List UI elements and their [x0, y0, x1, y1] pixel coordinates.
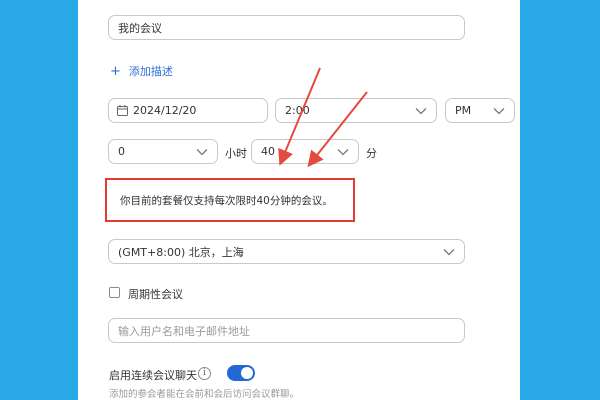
schedule-meeting-form: 我的会议 + 添加描述 2024/12/20 2:00 PM 0 小时 40 分…	[78, 0, 520, 400]
invitees-input[interactable]: 输入用户名和电子邮件地址	[108, 318, 465, 343]
chevron-down-icon	[415, 107, 427, 115]
duration-minutes-value: 40	[261, 145, 275, 158]
duration-hours-value: 0	[118, 145, 125, 158]
chevron-down-icon	[443, 248, 455, 256]
calendar-icon	[117, 105, 128, 116]
time-value: 2:00	[285, 104, 310, 117]
date-value: 2024/12/20	[133, 104, 197, 117]
timezone-value: (GMT+8:00) 北京，上海	[118, 245, 244, 259]
duration-limit-notice-text: 你目前的套餐仅支持每次限时40分钟的会议。	[120, 194, 333, 207]
hours-unit-label: 小时	[225, 147, 247, 160]
date-picker[interactable]: 2024/12/20	[108, 98, 268, 123]
chevron-down-icon	[196, 148, 208, 156]
continuous-chat-label: 启用连续会议聊天	[109, 369, 197, 382]
info-icon[interactable]: i	[198, 367, 211, 380]
meeting-topic-input[interactable]: 我的会议	[108, 15, 465, 40]
continuous-chat-toggle[interactable]	[227, 365, 255, 381]
add-description-label: 添加描述	[128, 65, 173, 78]
duration-limit-notice: 你目前的套餐仅支持每次限时40分钟的会议。	[105, 178, 355, 222]
chevron-down-icon	[493, 107, 505, 115]
plus-icon: +	[110, 63, 121, 79]
chevron-down-icon	[337, 148, 349, 156]
minutes-unit-label: 分	[366, 147, 377, 160]
time-select[interactable]: 2:00	[275, 98, 437, 123]
continuous-chat-hint: 添加的参会者能在会前和会后访问会议群聊。	[109, 389, 300, 400]
ampm-select[interactable]: PM	[445, 98, 515, 123]
duration-minutes-select[interactable]: 40	[251, 139, 359, 164]
ampm-value: PM	[455, 104, 472, 117]
invitees-placeholder: 输入用户名和电子邮件地址	[118, 324, 250, 338]
recurring-meeting-checkbox[interactable]	[109, 287, 120, 298]
meeting-topic-value: 我的会议	[118, 21, 162, 35]
toggle-knob	[241, 367, 253, 379]
add-description-link[interactable]: + 添加描述	[110, 63, 173, 79]
recurring-meeting-label: 周期性会议	[128, 288, 183, 301]
duration-hours-select[interactable]: 0	[108, 139, 218, 164]
timezone-select[interactable]: (GMT+8:00) 北京，上海	[108, 239, 465, 264]
